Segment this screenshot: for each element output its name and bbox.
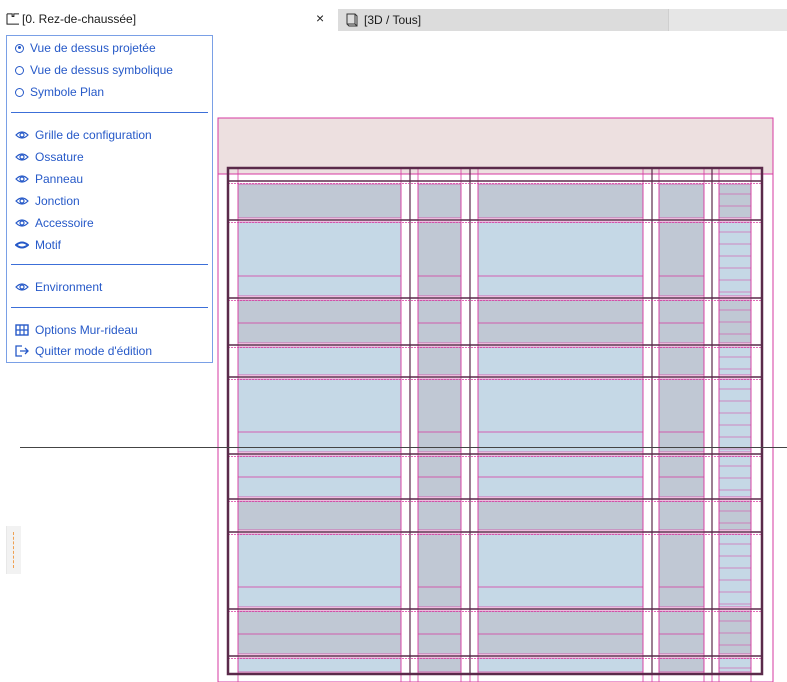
curtain-panel — [718, 533, 752, 608]
curtain-panel — [237, 183, 402, 219]
curtain-panel — [237, 657, 402, 673]
curtain-panel — [417, 455, 462, 498]
curtain-panel — [417, 533, 462, 608]
toggle-grille[interactable]: Grille de configuration — [15, 126, 152, 144]
exit-icon — [15, 345, 29, 357]
eye-icon — [15, 197, 29, 205]
curtain-panel — [477, 610, 644, 655]
toggle-label: Ossature — [35, 150, 84, 164]
toggle-jonction[interactable]: Jonction — [15, 192, 80, 210]
curtain-panel — [718, 610, 752, 655]
curtain-panel — [237, 533, 402, 608]
curtain-panel — [477, 455, 644, 498]
radio-icon — [15, 65, 24, 75]
curtain-panel — [658, 183, 705, 219]
curtain-wall-options-button[interactable]: Options Mur-rideau — [15, 321, 138, 339]
curtain-panel — [237, 378, 402, 453]
curtain-panel — [417, 346, 462, 376]
toggle-label: Jonction — [35, 194, 80, 208]
axis-line — [20, 447, 787, 448]
option-label: Symbole Plan — [30, 85, 105, 99]
curtain-panel — [718, 657, 752, 673]
curtain-panel — [718, 221, 752, 297]
eye-icon — [15, 153, 29, 161]
curtain-panel — [477, 221, 644, 297]
eye-icon — [15, 131, 29, 139]
option-vue-symbolique[interactable]: Vue de dessus symbolique — [15, 61, 173, 79]
curtain-panel — [477, 183, 644, 219]
toggle-label: Panneau — [35, 172, 84, 186]
curtain-panel — [718, 183, 752, 219]
curtain-panel — [237, 299, 402, 344]
curtain-panel — [237, 610, 402, 655]
curtain-wall-options-panel: Vue de dessus projetée Vue de dessus sym… — [6, 35, 213, 363]
curtain-panel — [658, 299, 705, 344]
curtain-panel — [417, 221, 462, 297]
toggle-label: Accessoire — [35, 216, 94, 230]
radio-icon — [15, 87, 24, 97]
radio-selected-icon — [15, 43, 24, 53]
curtain-wall-grid-icon — [15, 324, 29, 336]
curtain-panel — [237, 455, 402, 498]
curtain-panel — [477, 500, 644, 531]
exit-edit-mode-label: Quitter mode d'édition — [35, 344, 153, 358]
exit-edit-mode-button[interactable]: Quitter mode d'édition — [15, 342, 152, 360]
curtain-panel — [417, 610, 462, 655]
curtain-panel — [658, 533, 705, 608]
curtain-panel — [417, 378, 462, 453]
curtain-panel — [718, 378, 752, 453]
side-marker — [6, 526, 21, 574]
curtain-panel — [718, 346, 752, 376]
toggle-ossature[interactable]: Ossature — [15, 148, 84, 166]
option-label: Vue de dessus projetée — [30, 41, 156, 55]
eye-closed-icon — [15, 241, 29, 249]
curtain-panel — [718, 455, 752, 498]
curtain-panel — [658, 455, 705, 498]
curtain-panel — [658, 221, 705, 297]
curtain-wall-options-label: Options Mur-rideau — [35, 323, 138, 337]
curtain-panel — [718, 299, 752, 344]
option-label: Vue de dessus symbolique — [30, 63, 173, 77]
curtain-panel — [417, 657, 462, 673]
curtain-panel — [417, 500, 462, 531]
eye-icon — [15, 283, 29, 291]
eye-icon — [15, 175, 29, 183]
curtain-panel — [658, 378, 705, 453]
curtain-panel — [237, 346, 402, 376]
curtain-panel — [477, 533, 644, 608]
curtain-panel — [477, 346, 644, 376]
toggle-label: Motif — [35, 238, 62, 252]
curtain-panel — [718, 500, 752, 531]
curtain-panel — [658, 610, 705, 655]
curtain-panel — [417, 299, 462, 344]
separator — [11, 264, 208, 265]
marker-dash — [13, 532, 14, 568]
curtain-panel — [658, 346, 705, 376]
separator — [11, 307, 208, 308]
curtain-panel — [477, 657, 644, 673]
curtain-panel — [658, 657, 705, 673]
curtain-panel — [658, 500, 705, 531]
curtain-panel — [417, 183, 462, 219]
toggle-label: Grille de configuration — [35, 128, 152, 142]
toggle-accessoire[interactable]: Accessoire — [15, 214, 94, 232]
toggle-environment[interactable]: Environment — [15, 278, 102, 296]
toggle-panneau[interactable]: Panneau — [15, 170, 83, 188]
eye-icon — [15, 219, 29, 227]
curtain-panel — [237, 500, 402, 531]
option-symbole-plan[interactable]: Symbole Plan — [15, 83, 104, 101]
curtain-panel — [477, 378, 644, 453]
toggle-motif[interactable]: Motif — [15, 236, 61, 254]
option-vue-projetee[interactable]: Vue de dessus projetée — [15, 39, 156, 57]
separator — [11, 112, 208, 113]
toggle-label: Environment — [35, 280, 103, 294]
curtain-panel — [477, 299, 644, 344]
curtain-panel — [237, 221, 402, 297]
